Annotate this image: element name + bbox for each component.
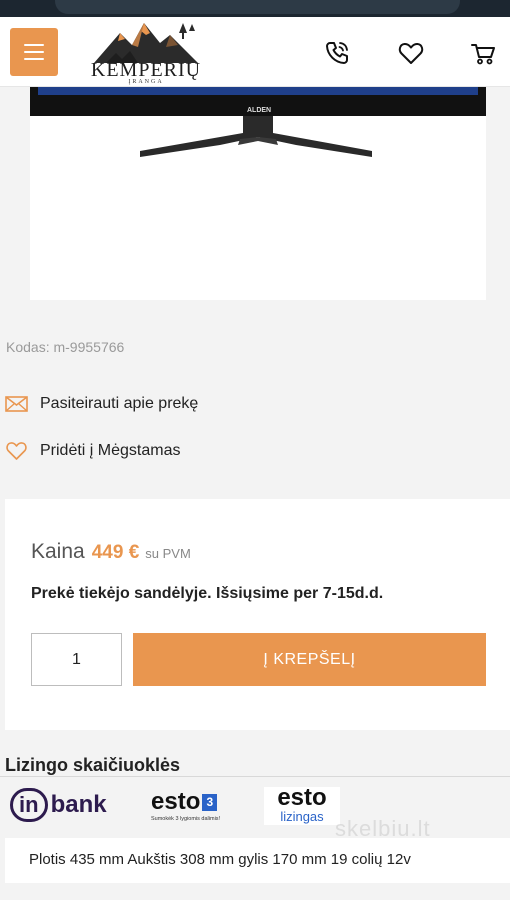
- esto-lizingas-name: esto: [277, 784, 327, 811]
- inquire-link[interactable]: Pasiteirauti apie prekę: [5, 394, 198, 414]
- inquire-label: Pasiteirauti apie prekę: [40, 395, 199, 412]
- price-card: Kaina 449 € su PVM Prekė tiekėjo sandėly…: [5, 499, 510, 730]
- product-image[interactable]: ALDEN: [30, 87, 486, 300]
- inbank-prefix: in: [10, 788, 48, 822]
- esto-lizingas-logo[interactable]: esto lizingas: [264, 784, 340, 825]
- price-label: Kaina: [31, 540, 85, 563]
- menu-icon-bar: [24, 51, 44, 53]
- inbank-logo[interactable]: in bank: [10, 788, 107, 822]
- cart-icon[interactable]: [469, 39, 497, 67]
- menu-button[interactable]: [10, 28, 58, 76]
- heart-outline-icon: [6, 442, 27, 460]
- header: KEMPERIŲ ĮRANGA: [0, 17, 510, 87]
- menu-icon-bar: [24, 44, 44, 46]
- add-to-favorites-link[interactable]: Pridėti į Mėgstamas: [5, 441, 181, 461]
- esto-3-name: esto: [151, 788, 201, 815]
- esto-lizingas-subtext: lizingas: [280, 809, 324, 824]
- specs-text: Plotis 435 mm Aukštis 308 mm gylis 170 m…: [29, 851, 411, 868]
- heart-icon[interactable]: [397, 39, 425, 67]
- leasing-title: Lizingo skaičiuoklės: [5, 755, 181, 775]
- product-code-text: Kodas: m-9955766: [6, 339, 125, 355]
- esto-3-badge: 3: [202, 793, 218, 811]
- status-bar: [0, 0, 510, 17]
- tv-image: ALDEN: [30, 87, 486, 157]
- price-value: 449 €: [91, 542, 140, 563]
- leasing-lenders: in bank esto 3 Sumokėk 3 lygiomis dalimi…: [0, 778, 510, 836]
- product-code: Kodas: m-9955766: [6, 339, 124, 355]
- favorite-label: Pridėti į Mėgstamas: [40, 442, 181, 459]
- phone-icon[interactable]: [323, 39, 351, 67]
- envelope-icon: [5, 396, 28, 412]
- quantity-input[interactable]: [31, 633, 122, 686]
- inbank-name: bank: [50, 791, 107, 818]
- esto-3-subtext: Sumokėk 3 lygiomis dalimis!: [151, 816, 221, 822]
- specs-box: Plotis 435 mm Aukštis 308 mm gylis 170 m…: [5, 838, 510, 883]
- menu-icon-bar: [24, 58, 44, 60]
- divider: [0, 776, 510, 777]
- logo-subtext: ĮRANGA: [128, 79, 164, 85]
- esto-3-logo[interactable]: esto 3 Sumokėk 3 lygiomis dalimis!: [151, 788, 221, 823]
- vat-note: su PVM: [145, 546, 191, 561]
- address-pill: [55, 0, 460, 14]
- add-to-cart-button[interactable]: Į KREPŠELĮ: [133, 633, 486, 686]
- price-line: Kaina 449 € su PVM: [31, 540, 191, 564]
- tv-brand-label: ALDEN: [247, 107, 271, 114]
- logo[interactable]: KEMPERIŲ ĮRANGA: [86, 19, 206, 85]
- stock-note: Prekė tiekėjo sandėlyje. Išsiųsime per 7…: [31, 585, 384, 602]
